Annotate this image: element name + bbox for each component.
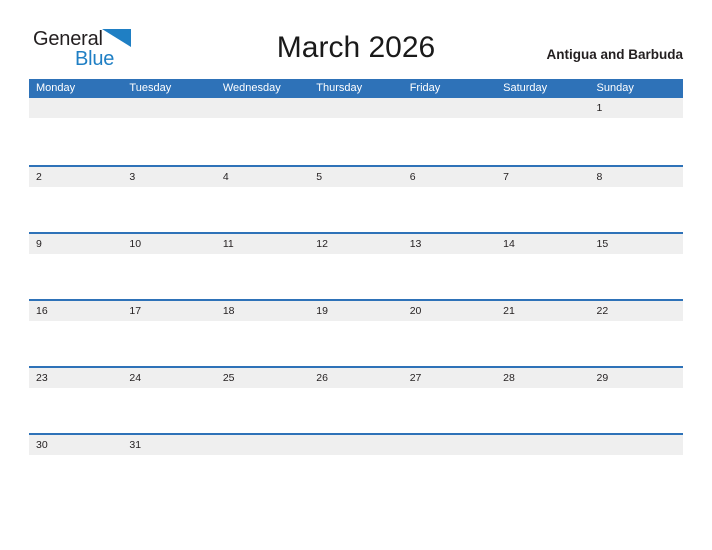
day-cell[interactable]: 4: [215, 167, 310, 232]
day-cell[interactable]: 15: [589, 234, 683, 299]
weekday-header-thursday: Thursday: [316, 82, 363, 94]
weekday-header-saturday: Saturday: [503, 82, 548, 94]
day-cell[interactable]: 7: [496, 167, 590, 232]
week-row: 30 31: [29, 433, 683, 500]
day-cell[interactable]: 9: [29, 234, 123, 299]
day-cell[interactable]: 22: [589, 301, 683, 366]
day-cell[interactable]: 24: [122, 368, 216, 433]
calendar-page: General Blue March 2026 Antigua and Barb…: [0, 0, 712, 550]
day-number: 19: [316, 305, 328, 317]
day-cell[interactable]: [589, 435, 683, 500]
day-cell[interactable]: 31: [122, 435, 216, 500]
week-row: 23 24 25 26 27 28 29: [29, 366, 683, 433]
weekday-header-tuesday: Tuesday: [129, 82, 172, 94]
day-cell[interactable]: 1: [589, 98, 683, 165]
day-number: 18: [222, 305, 235, 317]
weekday-header-wednesday: Wednesday: [222, 82, 281, 94]
day-cell[interactable]: [496, 435, 590, 500]
day-cell[interactable]: 23: [29, 368, 123, 433]
day-cell[interactable]: 8: [589, 167, 683, 232]
day-number: 5: [316, 171, 323, 183]
day-number: 12: [316, 238, 328, 250]
calendar-grid: Monday Tuesday Wednesday Thursday Friday…: [29, 79, 683, 500]
day-number: 28: [503, 372, 515, 384]
day-number: 22: [596, 305, 609, 317]
day-cell[interactable]: 29: [589, 368, 683, 433]
day-number: 25: [222, 372, 235, 384]
day-number: 31: [129, 439, 142, 451]
day-number: 17: [129, 305, 142, 317]
day-cell[interactable]: 14: [496, 234, 590, 299]
day-cell[interactable]: 6: [402, 167, 497, 232]
day-cell[interactable]: 26: [309, 368, 403, 433]
day-cell[interactable]: 20: [402, 301, 497, 366]
weekday-header-row: Monday Tuesday Wednesday Thursday Friday…: [29, 79, 683, 98]
day-cell[interactable]: 27: [402, 368, 497, 433]
day-cell[interactable]: 19: [309, 301, 403, 366]
week-row: 2 3 4 5 6 7 8: [29, 165, 683, 232]
day-cell[interactable]: [215, 435, 310, 500]
day-cell[interactable]: 3: [122, 167, 216, 232]
day-cell[interactable]: [122, 98, 216, 165]
day-number: 3: [129, 171, 136, 183]
day-number: 11: [222, 238, 234, 250]
day-cell[interactable]: 13: [402, 234, 497, 299]
day-number: 16: [36, 305, 48, 317]
day-cell[interactable]: [29, 98, 123, 165]
day-cell[interactable]: 30: [29, 435, 123, 500]
day-cell[interactable]: [309, 435, 403, 500]
day-cell[interactable]: 18: [215, 301, 310, 366]
weekday-header-sunday: Sunday: [596, 82, 634, 94]
day-number: 20: [409, 305, 422, 317]
day-number: 9: [36, 238, 42, 250]
day-cell[interactable]: [309, 98, 403, 165]
day-cell[interactable]: 10: [122, 234, 216, 299]
day-number: 7: [503, 171, 509, 183]
day-number: 1: [596, 102, 603, 114]
week-row: 9 10 11 12 13 14 15: [29, 232, 683, 299]
day-number: 13: [409, 238, 422, 250]
day-number: 14: [503, 238, 515, 250]
weekday-header-friday: Friday: [409, 82, 441, 94]
day-number: 10: [129, 238, 142, 250]
day-cell[interactable]: 17: [122, 301, 216, 366]
day-cell[interactable]: [402, 435, 497, 500]
day-cell[interactable]: 12: [309, 234, 403, 299]
day-cell[interactable]: [496, 98, 590, 165]
day-cell[interactable]: 2: [29, 167, 123, 232]
day-cell[interactable]: 11: [215, 234, 310, 299]
day-number: 26: [316, 372, 328, 384]
day-cell[interactable]: 5: [309, 167, 403, 232]
day-cell[interactable]: 16: [29, 301, 123, 366]
weekday-header-monday: Monday: [36, 82, 76, 94]
day-number: 6: [409, 171, 416, 183]
country-label: Antigua and Barbuda: [546, 47, 683, 62]
day-cell[interactable]: 28: [496, 368, 590, 433]
day-number: 27: [409, 372, 422, 384]
day-number: 29: [596, 372, 609, 384]
day-number: 24: [129, 372, 142, 384]
day-number: 4: [222, 171, 229, 183]
page-header: General Blue March 2026 Antigua and Barb…: [0, 0, 712, 79]
week-row: 16 17 18 19 20 21 22: [29, 299, 683, 366]
day-number: 2: [36, 171, 42, 183]
day-cell[interactable]: 21: [496, 301, 590, 366]
week-row: 1: [29, 98, 683, 165]
day-number: 30: [36, 439, 48, 451]
day-cell[interactable]: 25: [215, 368, 310, 433]
day-cell[interactable]: [402, 98, 497, 165]
day-number: 15: [596, 238, 609, 250]
day-number: 8: [596, 171, 603, 183]
day-number: 23: [36, 372, 48, 384]
day-cell[interactable]: [215, 98, 310, 165]
day-number: 21: [503, 305, 515, 317]
